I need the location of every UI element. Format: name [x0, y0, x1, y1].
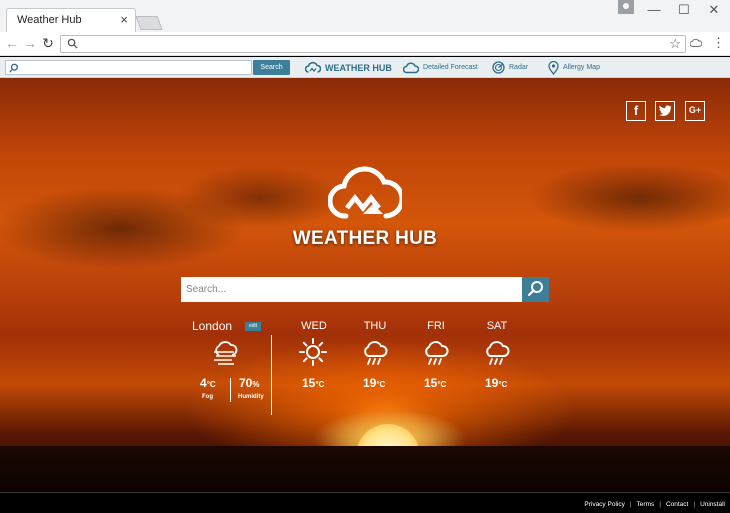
current-temp: 4°C	[200, 376, 216, 390]
forecast-temp-fri: 15°C	[424, 376, 446, 390]
browser-titlebar: Weather Hub × — ☐ ✕	[0, 0, 730, 32]
current-condition: Fog	[202, 394, 213, 400]
ext-search-icon	[9, 63, 18, 73]
ext-radar-label: Radar	[509, 64, 529, 71]
search-button[interactable]	[522, 277, 549, 302]
sunset-hero: f G+ WEATHER HUB London edit 4°C Fog 70%…	[0, 78, 730, 492]
footer-separator: |	[629, 501, 632, 508]
uninstall-link[interactable]: Uninstall	[700, 501, 725, 508]
ext-radar-link[interactable]: Radar	[492, 59, 528, 76]
current-temp-value: 4	[200, 376, 207, 390]
browser-menu-icon[interactable]: ⋮	[712, 36, 725, 50]
humidity-label: Humidity	[238, 394, 264, 400]
forecast-temp-wed: 15°C	[302, 376, 324, 390]
browser-toolbar: ← → ↻ ☆ ⋮	[0, 32, 730, 56]
tab-close-icon[interactable]: ×	[120, 12, 128, 27]
new-tab-button[interactable]	[135, 16, 163, 30]
forecast-day-sat: SAT	[486, 320, 508, 332]
cloud-logo-icon	[305, 61, 321, 73]
forecast-temp-wed-unit: °C	[315, 380, 325, 389]
google-plus-icon[interactable]: G+	[685, 101, 705, 121]
logo-text: WEATHER HUB	[292, 228, 438, 249]
extension-toolbar: Search WEATHER HUB Detailed Forecast Rad…	[0, 57, 730, 78]
forecast-temp-sat-value: 19	[485, 376, 499, 390]
forecast-day-fri: FRI	[427, 320, 445, 332]
facebook-icon[interactable]: f	[626, 101, 646, 121]
current-temp-unit: °C	[206, 380, 216, 389]
forecast-day-wed: WED	[301, 320, 327, 332]
humidity-value: 70	[239, 376, 253, 390]
footer-separator: |	[693, 501, 696, 508]
forecast-temp-fri-unit: °C	[437, 380, 447, 389]
browser-tab[interactable]: Weather Hub ×	[6, 8, 136, 32]
back-icon[interactable]: ←	[4, 35, 20, 51]
forward-icon[interactable]: →	[22, 35, 38, 51]
radar-icon	[492, 61, 505, 74]
close-window-button[interactable]: ✕	[702, 2, 726, 18]
twitter-icon[interactable]	[655, 101, 675, 121]
humidity-unit: %	[252, 380, 260, 389]
ext-search-button[interactable]: Search	[253, 60, 290, 75]
search-icon	[67, 38, 78, 49]
forecast-temp-thu-unit: °C	[376, 380, 386, 389]
tab-title: Weather Hub	[17, 14, 82, 26]
rain-cloud-icon	[364, 341, 388, 365]
extension-cloud-icon[interactable]	[690, 38, 702, 48]
footer-separator: |	[659, 501, 661, 508]
ext-allergy-map-link[interactable]: Allergy Map	[548, 59, 600, 76]
rain-cloud-icon	[425, 341, 449, 365]
edit-city-button[interactable]: edit	[245, 322, 261, 331]
stat-divider	[230, 378, 231, 402]
ext-weather-hub-label: WEATHER HUB	[325, 62, 392, 73]
ext-weather-hub-link[interactable]: WEATHER HUB	[305, 59, 392, 76]
fog-icon	[214, 341, 238, 365]
weather-hub-logo-icon	[328, 166, 402, 219]
city-name: London	[192, 319, 233, 333]
minimize-button[interactable]: —	[642, 2, 666, 18]
forecast-temp-thu-value: 19	[363, 376, 377, 390]
maximize-button[interactable]: ☐	[672, 2, 696, 18]
profile-icon[interactable]	[618, 0, 634, 14]
horizon-graphic	[0, 446, 730, 492]
forecast-temp-wed-value: 15	[302, 376, 316, 390]
ext-detailed-forecast-label: Detailed Forecast	[423, 64, 478, 71]
contact-link[interactable]: Contact	[666, 501, 688, 508]
sunny-icon	[299, 338, 327, 366]
page-footer: Privacy Policy | Terms | Contact | Unins…	[0, 492, 730, 513]
map-pin-icon	[548, 60, 559, 75]
bookmark-star-icon[interactable]: ☆	[669, 36, 681, 52]
search-input[interactable]	[181, 277, 522, 302]
forecast-day-thu: THU	[363, 320, 387, 332]
reload-icon[interactable]: ↻	[40, 35, 56, 51]
rain-cloud-icon	[486, 341, 510, 365]
privacy-policy-link[interactable]: Privacy Policy	[584, 501, 624, 508]
forecast-divider	[271, 335, 272, 415]
address-bar[interactable]: ☆	[60, 35, 686, 53]
forecast-temp-sat: 19°C	[485, 376, 507, 390]
forecast-temp-sat-unit: °C	[498, 380, 508, 389]
ext-detailed-forecast-link[interactable]: Detailed Forecast	[403, 59, 478, 76]
ext-allergy-map-label: Allergy Map	[563, 64, 600, 71]
search-icon	[527, 281, 543, 297]
cloud-icon	[403, 61, 419, 73]
current-humidity: 70%	[239, 376, 259, 390]
terms-link[interactable]: Terms	[637, 501, 655, 508]
forecast-temp-fri-value: 15	[424, 376, 438, 390]
ext-search-input[interactable]	[5, 60, 252, 75]
footer-links: Privacy Policy | Terms | Contact | Unins…	[584, 501, 725, 508]
forecast-temp-thu: 19°C	[363, 376, 385, 390]
